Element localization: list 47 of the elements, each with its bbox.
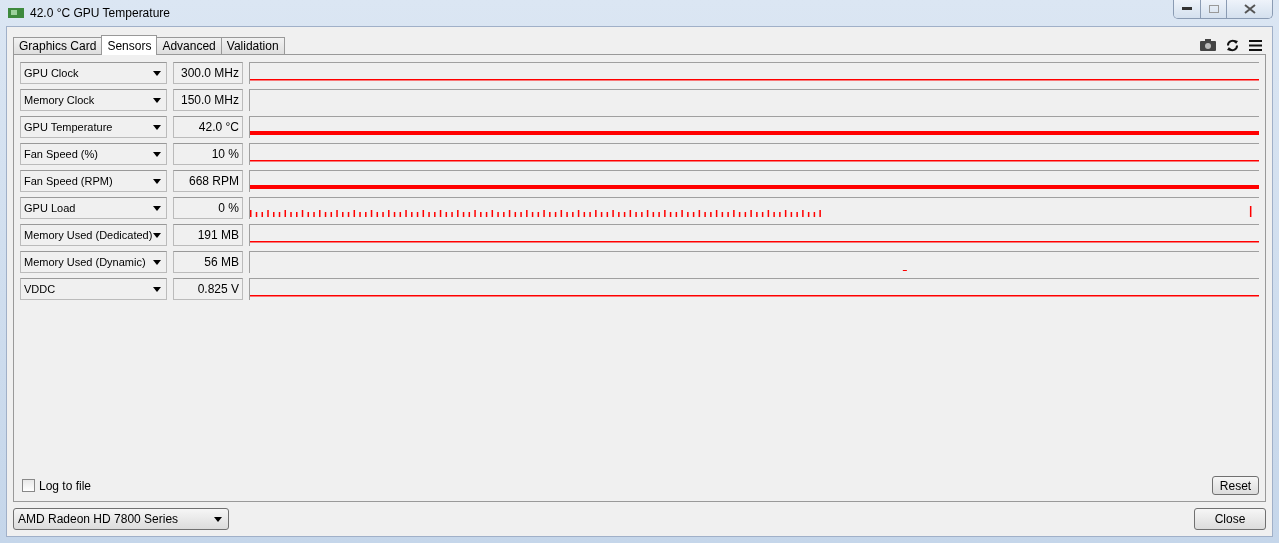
caret-icon bbox=[153, 151, 161, 157]
checkbox[interactable] bbox=[22, 479, 35, 492]
sensor-select[interactable]: Fan Speed (%) bbox=[20, 143, 167, 165]
camera-icon[interactable] bbox=[1200, 39, 1216, 51]
sensor-value: 0.825 V bbox=[173, 278, 243, 300]
minimize-icon bbox=[1182, 7, 1192, 11]
close-window-button[interactable] bbox=[1226, 0, 1272, 18]
sensor-value: 150.0 MHz bbox=[173, 89, 243, 111]
window-title: 42.0 °C GPU Temperature bbox=[30, 6, 170, 20]
sensor-value: 42.0 °C bbox=[173, 116, 243, 138]
tab[interactable]: Graphics Card bbox=[13, 37, 103, 55]
caret-icon bbox=[214, 516, 222, 522]
checkbox-label: Log to file bbox=[39, 478, 92, 493]
caret-icon bbox=[153, 286, 161, 292]
sensor-select[interactable]: Fan Speed (RPM) bbox=[20, 170, 167, 192]
caret-icon bbox=[153, 124, 161, 130]
sensor-select[interactable]: Memory Clock bbox=[20, 89, 167, 111]
minimize-button[interactable] bbox=[1174, 0, 1200, 18]
sensor-select[interactable]: GPU Temperature bbox=[20, 116, 167, 138]
sensor-value: 0 % bbox=[173, 197, 243, 219]
gpu-select[interactable]: AMD Radeon HD 7800 Series bbox=[13, 508, 229, 530]
caret-icon bbox=[153, 97, 161, 103]
tab[interactable]: Sensors bbox=[101, 35, 158, 55]
sensor-select[interactable]: VDDC bbox=[20, 278, 167, 300]
tab[interactable]: Validation bbox=[220, 37, 285, 55]
tab[interactable]: Advanced bbox=[156, 37, 222, 55]
close-icon bbox=[1243, 4, 1256, 14]
sensor-value: 191 MB bbox=[173, 224, 243, 246]
caret-icon bbox=[153, 259, 161, 265]
sensor-value: 668 RPM bbox=[173, 170, 243, 192]
close-button[interactable]: Close bbox=[1194, 508, 1266, 530]
sensor-select[interactable]: GPU Load bbox=[20, 197, 167, 219]
sensor-value: 10 % bbox=[173, 143, 243, 165]
sensor-value: 56 MB bbox=[173, 251, 243, 273]
reset-button[interactable]: Reset bbox=[1212, 476, 1259, 495]
sensor-select[interactable]: Memory Used (Dynamic) bbox=[20, 251, 167, 273]
sensor-value: 300.0 MHz bbox=[173, 62, 243, 84]
refresh-icon[interactable] bbox=[1226, 38, 1239, 52]
caret-icon bbox=[153, 70, 161, 76]
caret-icon bbox=[153, 232, 161, 238]
maximize-icon bbox=[1208, 5, 1219, 13]
caret-icon bbox=[153, 178, 161, 184]
graphics-card-icon bbox=[8, 7, 24, 19]
caret-icon bbox=[153, 205, 161, 211]
sensor-select[interactable]: GPU Clock bbox=[20, 62, 167, 84]
sensor-select[interactable]: Memory Used (Dedicated) bbox=[20, 224, 167, 246]
menu-icon[interactable] bbox=[1249, 39, 1262, 51]
